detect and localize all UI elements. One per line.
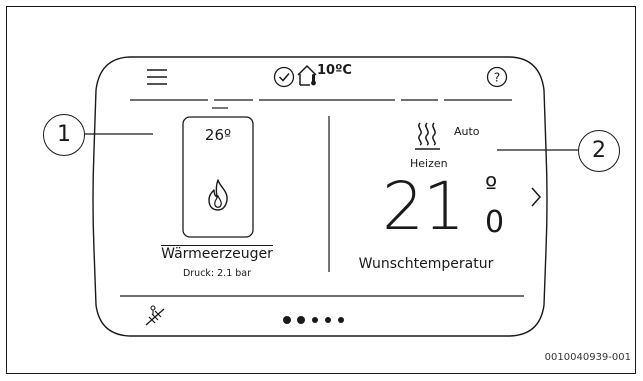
setpoint-temperature[interactable]: 21 [382,174,465,240]
page-dot[interactable] [312,317,318,323]
heat-source-name: Wärmeerzeuger [161,245,273,262]
outdoor-temperature: 10ºC [317,63,352,78]
callout-2: 2 [578,130,620,172]
hamburger-menu-icon[interactable] [146,68,168,86]
checkmark-circle-icon[interactable] [273,66,295,88]
heating-waves-icon[interactable] [414,121,442,151]
page-dot-active[interactable] [283,316,291,324]
setpoint-decimal: 0 [485,205,505,240]
chevron-right-icon[interactable] [529,185,543,209]
flame-icon [208,179,228,211]
tank-temperature: 26º [204,126,232,144]
system-pressure: Druck: 2.1 bar [182,268,252,279]
controller-outline [84,56,578,337]
operating-mode-value: Auto [454,125,480,138]
chimney-sweep-icon[interactable] [144,305,168,327]
figure-id: 0010040939-001 [544,352,631,363]
page-dot[interactable] [297,316,305,324]
page-dot[interactable] [338,317,344,323]
svg-text:?: ? [494,71,500,85]
setpoint-degree-sign: º [485,172,498,202]
question-circle-icon[interactable]: ? [486,66,508,88]
setpoint-label: Wunschtemperatur [358,256,494,272]
callout-1: 1 [43,114,85,156]
page-dot[interactable] [325,317,331,323]
